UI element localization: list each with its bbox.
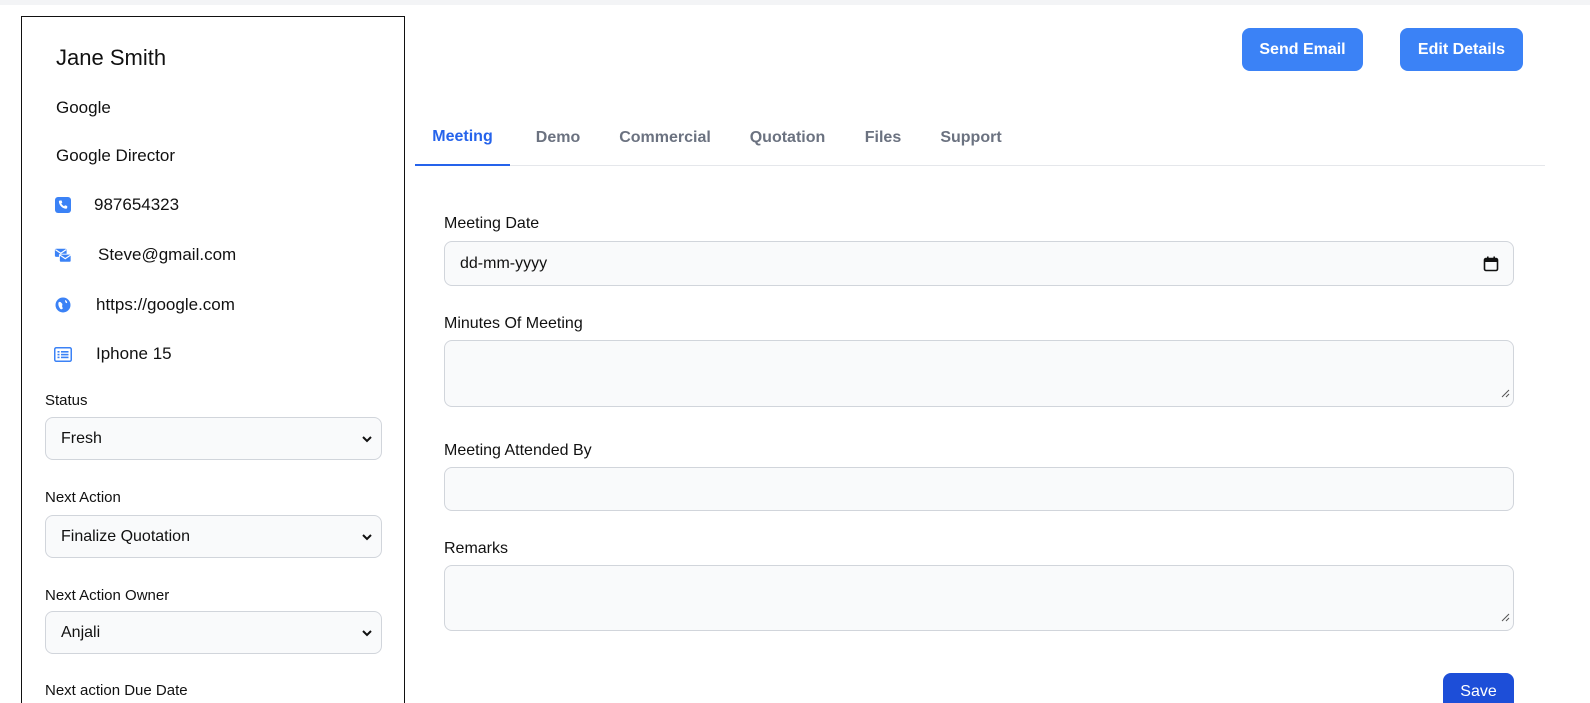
chevron-down-icon	[361, 626, 373, 644]
chevron-down-icon	[361, 432, 373, 450]
product-row: Iphone 15	[54, 344, 172, 364]
phone-row: 987654323	[54, 195, 179, 215]
next-action-owner-value: Anjali	[61, 623, 101, 641]
remarks-label: Remarks	[444, 540, 509, 557]
next-action-owner-select[interactable]: Anjali	[45, 611, 382, 654]
next-action-label: Next Action	[45, 489, 121, 506]
meeting-date-input[interactable]: dd-mm-yyyy	[444, 241, 1514, 286]
website-url: https://google.com	[96, 295, 235, 314]
status-select[interactable]: Fresh	[45, 417, 382, 460]
tab-support[interactable]: Support	[930, 109, 1012, 166]
email-row: Steve@gmail.com	[54, 245, 236, 265]
globe-icon	[54, 296, 72, 314]
calendar-icon[interactable]	[1483, 256, 1499, 277]
next-action-due-date-label: Next action Due Date	[45, 682, 188, 699]
tab-demo[interactable]: Demo	[524, 109, 592, 166]
status-value: Fresh	[61, 429, 102, 447]
next-action-owner-label: Next Action Owner	[45, 587, 170, 604]
edit-details-button[interactable]: Edit Details	[1400, 28, 1523, 71]
envelope-icon	[54, 246, 72, 264]
meeting-date-placeholder: dd-mm-yyyy	[460, 255, 548, 272]
product-name: Iphone 15	[96, 344, 172, 363]
meeting-attended-by-label: Meeting Attended By	[444, 442, 592, 459]
chevron-down-icon	[361, 530, 373, 548]
status-label: Status	[45, 392, 88, 409]
contact-card: Jane Smith Google Google Director 987654…	[21, 16, 405, 703]
resize-handle-icon[interactable]	[1501, 385, 1510, 403]
meeting-date-label: Meeting Date	[444, 215, 540, 232]
contact-company: Google	[56, 98, 111, 117]
phone-icon	[54, 196, 72, 214]
tab-files[interactable]: Files	[855, 109, 911, 166]
next-action-select[interactable]: Finalize Quotation	[45, 515, 382, 558]
minutes-of-meeting-label: Minutes Of Meeting	[444, 315, 583, 332]
save-button[interactable]: Save	[1443, 673, 1514, 703]
remarks-textarea[interactable]	[444, 565, 1514, 631]
next-action-value: Finalize Quotation	[61, 527, 190, 545]
tab-quotation[interactable]: Quotation	[740, 109, 835, 166]
page: Jane Smith Google Google Director 987654…	[0, 5, 1590, 703]
contact-name: Jane Smith	[56, 45, 167, 70]
meeting-attended-by-input[interactable]	[444, 467, 1514, 511]
minutes-of-meeting-textarea[interactable]	[444, 340, 1514, 407]
phone-number: 987654323	[94, 195, 180, 214]
tab-meeting[interactable]: Meeting	[415, 109, 510, 166]
email-address: Steve@gmail.com	[98, 245, 237, 264]
tab-commercial[interactable]: Commercial	[610, 109, 720, 166]
list-icon	[54, 345, 72, 363]
resize-handle-icon[interactable]	[1501, 609, 1510, 627]
website-row: https://google.com	[54, 295, 235, 315]
send-email-button[interactable]: Send Email	[1242, 28, 1363, 71]
tab-bar: Meeting Demo Commercial Quotation Files …	[415, 109, 1545, 166]
contact-designation: Google Director	[56, 146, 176, 165]
